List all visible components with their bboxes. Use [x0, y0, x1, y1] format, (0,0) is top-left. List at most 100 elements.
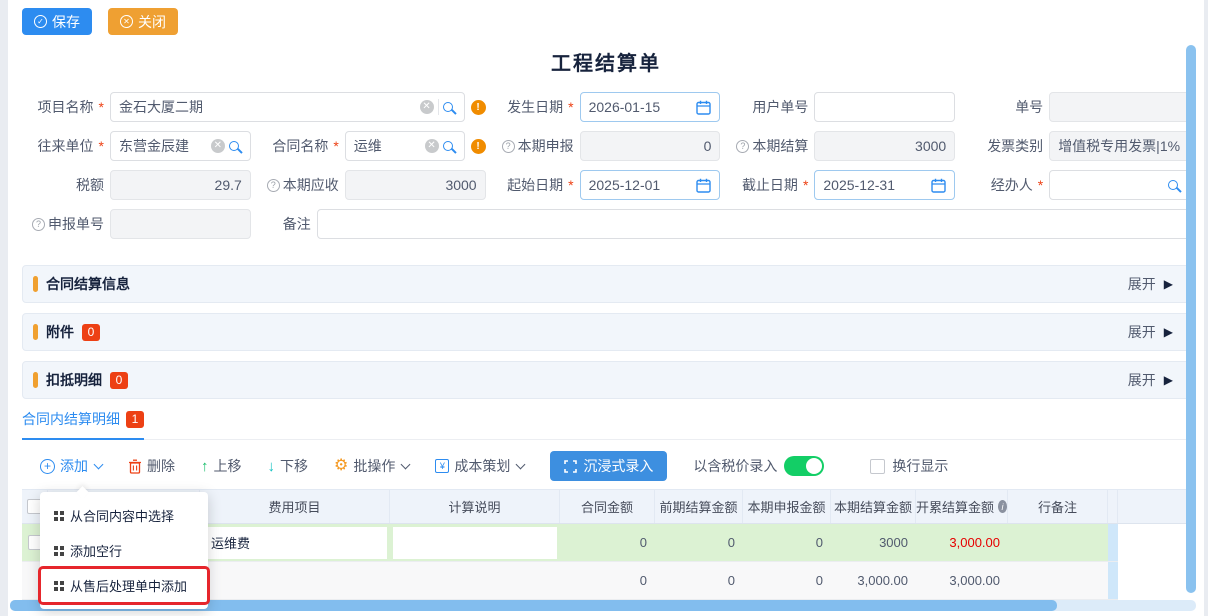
fee-item-cell[interactable]: 运维费: [203, 527, 387, 559]
grid-toolbar: + 添加 删除 ↑ 上移 ↓ 下移 ⚙ 批操作 ¥: [40, 449, 1190, 483]
menu-item-add-from-aftersales[interactable]: 从售后处理单中添加: [40, 568, 208, 603]
help-icon: ?: [736, 140, 749, 153]
chevron-down-icon: [401, 459, 411, 469]
batch-ops-button[interactable]: ⚙ 批操作: [334, 456, 409, 476]
declare-no-label: ?申报单号: [22, 214, 110, 234]
add-button[interactable]: + 添加: [40, 456, 102, 476]
start-date-input[interactable]: 2025-12-01: [580, 170, 721, 200]
header-prev-settle: 前期结算金额: [655, 490, 743, 523]
menu-item-add-empty-row[interactable]: 添加空行: [40, 533, 208, 568]
move-down-button[interactable]: ↓ 下移: [268, 456, 309, 476]
action-bar: ✓ 保存 ✕ 关闭: [8, 0, 1204, 35]
user-order-no-label: 用户单号: [726, 97, 814, 117]
current-declare-cell[interactable]: 0: [743, 524, 831, 562]
tab-count-badge: 1: [126, 411, 144, 428]
order-no-input: [1049, 92, 1190, 122]
chevron-down-icon: [516, 459, 526, 469]
occur-date-input[interactable]: 2026-01-15: [580, 92, 721, 122]
save-button[interactable]: ✓ 保存: [22, 8, 92, 35]
order-no-label: 单号: [961, 97, 1049, 117]
header-current-declare: 本期申报金额: [743, 490, 831, 523]
counterparty-label: 往来单位: [22, 136, 110, 156]
field-current-receivable: ?本期应收 3000: [257, 170, 486, 200]
wrap-display-checkbox[interactable]: [870, 459, 885, 474]
current-declare-label: ?本期申报: [492, 136, 580, 156]
tax-inclusive-toggle[interactable]: [784, 456, 824, 476]
declare-no-input: [110, 209, 251, 239]
sum-current-settle: 3,000.00: [831, 562, 916, 600]
page-left-gutter: [0, 0, 8, 616]
cost-plan-icon: ¥: [435, 459, 449, 473]
clear-icon[interactable]: ✕: [211, 139, 225, 153]
field-start-date: 起始日期 2025-12-01: [492, 170, 721, 200]
search-icon[interactable]: [443, 102, 453, 112]
section-deduction-detail[interactable]: 扣抵明细 0 展开 ▶: [22, 361, 1190, 399]
attachment-count-badge: 0: [82, 324, 100, 341]
page-title: 工程结算单: [8, 47, 1204, 76]
contract-name-input[interactable]: 运维 ✕: [345, 131, 465, 161]
invoice-type-input: 增值税专用发票|1%: [1049, 131, 1190, 161]
field-tax-amount: 税额 29.7: [22, 170, 251, 200]
vertical-scrollbar[interactable]: [1186, 45, 1196, 593]
current-settle-cell[interactable]: 3000: [831, 524, 916, 562]
collapsible-sections: 合同结算信息 展开 ▶ 附件 0 展开 ▶ 扣抵明细 0: [22, 265, 1190, 399]
sum-contract-amount: 0: [560, 562, 655, 600]
user-order-no-input[interactable]: [814, 92, 955, 122]
close-label: 关闭: [138, 12, 166, 32]
search-icon[interactable]: [1168, 180, 1178, 190]
table-vertical-scrollbar[interactable]: [1108, 562, 1118, 600]
sum-accum-settle: 3,000.00: [916, 562, 1008, 600]
project-name-input[interactable]: 金石大厦二期 ✕: [110, 92, 465, 122]
expand-button[interactable]: 展开 ▶: [1128, 274, 1173, 294]
clear-icon[interactable]: ✕: [425, 139, 439, 153]
current-declare-input: 0: [580, 131, 721, 161]
tab-contract-settlement-detail[interactable]: 合同内结算明细 1: [22, 409, 144, 440]
contract-amount-cell[interactable]: 0: [560, 524, 655, 562]
section-contract-settlement-info[interactable]: 合同结算信息 展开 ▶: [22, 265, 1190, 303]
trash-icon: [128, 459, 142, 474]
grid-icon: [54, 546, 58, 550]
wrap-display-group: 换行显示: [870, 456, 948, 476]
chevron-down-icon: [94, 459, 104, 469]
row-note-cell[interactable]: [1008, 524, 1108, 562]
tax-inclusive-toggle-group: 以含税价录入: [693, 456, 824, 476]
prev-settle-cell[interactable]: 0: [655, 524, 743, 562]
close-button[interactable]: ✕ 关闭: [108, 8, 178, 35]
menu-item-select-from-contract[interactable]: 从合同内容中选择: [40, 498, 208, 533]
info-icon: !: [471, 100, 486, 115]
clear-icon[interactable]: ✕: [420, 100, 434, 114]
current-settle-label: ?本期结算: [726, 136, 814, 156]
calendar-icon[interactable]: [696, 100, 711, 115]
counterparty-input[interactable]: 东营金辰建 ✕: [110, 131, 251, 161]
expand-button[interactable]: 展开 ▶: [1128, 322, 1173, 342]
chevron-right-icon: ▶: [1164, 373, 1173, 387]
calendar-icon[interactable]: [931, 178, 946, 193]
table-vertical-scrollbar[interactable]: [1108, 524, 1118, 562]
grid-icon: [54, 511, 58, 515]
expand-button[interactable]: 展开 ▶: [1128, 370, 1173, 390]
search-icon[interactable]: [229, 141, 239, 151]
end-date-label: 截止日期: [726, 175, 814, 195]
calc-note-cell[interactable]: [393, 527, 557, 559]
field-order-no: 单号: [961, 92, 1190, 122]
field-occur-date: 发生日期 2026-01-15: [492, 92, 721, 122]
delete-button[interactable]: 删除: [128, 456, 175, 476]
remark-input[interactable]: [317, 209, 1190, 239]
search-icon[interactable]: [443, 141, 453, 151]
remark-label: 备注: [257, 214, 317, 234]
accum-settle-cell[interactable]: 3,000.00: [916, 524, 1008, 562]
immersive-entry-button[interactable]: 沉浸式录入: [550, 451, 667, 481]
help-icon: ?: [502, 140, 515, 153]
calendar-icon[interactable]: [696, 178, 711, 193]
cost-plan-button[interactable]: ¥ 成本策划: [435, 456, 524, 476]
help-icon: ?: [267, 179, 280, 192]
arrow-up-icon: ↑: [201, 458, 209, 475]
end-date-input[interactable]: 2025-12-31: [814, 170, 955, 200]
header-row-note: 行备注: [1008, 490, 1108, 523]
handler-input[interactable]: [1049, 170, 1190, 200]
section-marker: [33, 372, 38, 388]
move-up-button[interactable]: ↑ 上移: [201, 456, 242, 476]
section-marker: [33, 276, 38, 292]
page: ✓ 保存 ✕ 关闭 工程结算单 项目名称 金石大厦二期 ✕ !: [0, 0, 1208, 616]
section-attachments[interactable]: 附件 0 展开 ▶: [22, 313, 1190, 351]
